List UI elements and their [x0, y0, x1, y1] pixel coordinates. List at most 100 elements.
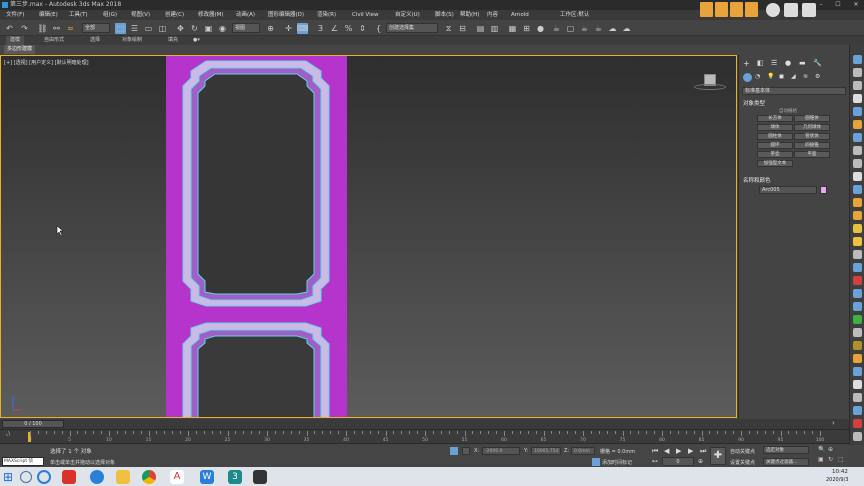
- move-icon[interactable]: ✥: [175, 23, 186, 34]
- autogrid-checkbox[interactable]: 自动栅格: [779, 108, 797, 114]
- place-icon[interactable]: ◉: [217, 23, 228, 34]
- acrobat-icon[interactable]: A: [170, 470, 184, 484]
- prev-frame-icon[interactable]: ◀: [664, 446, 669, 456]
- next-frame-icon[interactable]: ›: [832, 419, 835, 427]
- side-tool-icon[interactable]: [853, 237, 862, 246]
- select-manipulate-icon[interactable]: ✛: [283, 23, 294, 34]
- side-tool-icon[interactable]: [853, 94, 862, 103]
- object-name-field[interactable]: Arc005: [759, 186, 817, 194]
- helpers-icon[interactable]: ◢: [791, 73, 796, 80]
- clock-time[interactable]: 10:42: [832, 469, 848, 475]
- scale-icon[interactable]: ▣: [203, 23, 214, 34]
- app-dark-icon[interactable]: [253, 470, 267, 484]
- workspace-icon-1[interactable]: [700, 2, 713, 17]
- side-tool-icon[interactable]: [853, 406, 862, 415]
- maximize-viewport-icon[interactable]: ⬚: [838, 456, 844, 463]
- object-type-button[interactable]: 管状体: [794, 133, 830, 140]
- selection-lock-icon[interactable]: [450, 447, 458, 455]
- tab-modeling[interactable]: 建模: [6, 36, 25, 45]
- next-frame-button-icon[interactable]: ▶: [688, 446, 693, 456]
- side-tool-icon[interactable]: [853, 250, 862, 259]
- side-tool-icon[interactable]: [853, 55, 862, 64]
- object-type-button[interactable]: 茶壶: [757, 151, 793, 158]
- rotate-icon[interactable]: ↻: [189, 23, 200, 34]
- side-tool-icon[interactable]: [853, 393, 862, 402]
- mirror-icon[interactable]: ⧖: [443, 23, 454, 34]
- object-color-swatch[interactable]: [820, 186, 827, 194]
- select-object-icon[interactable]: ⬚: [115, 23, 126, 34]
- menu-item[interactable]: 文件(F): [6, 10, 24, 20]
- render-frame-icon[interactable]: ▢: [565, 23, 576, 34]
- schematic-view-icon[interactable]: ⊞: [521, 23, 532, 34]
- systems-icon[interactable]: ⚙: [815, 73, 820, 80]
- menu-item[interactable]: Arnold: [511, 10, 529, 20]
- menu-item[interactable]: 创建(C): [165, 10, 184, 20]
- ie-icon[interactable]: [90, 470, 104, 484]
- side-tool-icon[interactable]: [853, 159, 862, 168]
- scene-explorer-icon[interactable]: ▤: [475, 23, 486, 34]
- spinner-snap-icon[interactable]: ⇕: [357, 23, 368, 34]
- percent-snap-icon[interactable]: %: [343, 23, 354, 34]
- side-tool-icon[interactable]: [853, 68, 862, 77]
- file-explorer-icon[interactable]: [116, 470, 130, 484]
- side-tool-icon[interactable]: [853, 107, 862, 116]
- time-slider-handle[interactable]: 0 / 100: [2, 420, 64, 428]
- ribbon-options-icon[interactable]: ●▾: [193, 36, 200, 45]
- cameras-icon[interactable]: ◼: [779, 73, 784, 80]
- selected-dropdown[interactable]: 选定对象: [763, 446, 809, 454]
- create-tab-icon[interactable]: +: [743, 59, 750, 68]
- snap-toggle-icon[interactable]: 3: [315, 23, 326, 34]
- object-type-button[interactable]: 长方体: [757, 115, 793, 122]
- undo-icon[interactable]: ↶: [4, 23, 15, 34]
- time-config-icon[interactable]: ⊕: [698, 458, 703, 465]
- search-icon[interactable]: [20, 471, 32, 483]
- utilities-tab-icon[interactable]: 🔧: [813, 59, 822, 67]
- named-selection-dropdown[interactable]: 创建选择集: [386, 23, 438, 33]
- a360-icon[interactable]: ☁: [621, 23, 632, 34]
- ref-coord-dropdown[interactable]: 视图: [232, 23, 260, 33]
- menu-item[interactable]: 内容: [487, 10, 498, 20]
- side-tool-icon[interactable]: [853, 146, 862, 155]
- side-tool-icon[interactable]: [853, 432, 862, 441]
- select-by-name-icon[interactable]: ☰: [129, 23, 140, 34]
- x-coord-field[interactable]: -2606.9: [482, 447, 520, 455]
- display-icon[interactable]: [802, 3, 816, 17]
- side-tool-icon[interactable]: [853, 81, 862, 90]
- tab-freeform[interactable]: 自由形式: [44, 36, 64, 45]
- side-tool-icon[interactable]: [853, 380, 862, 389]
- render-iterative-icon[interactable]: ☕: [593, 23, 604, 34]
- side-tool-icon[interactable]: [853, 276, 862, 285]
- side-tool-icon[interactable]: [853, 302, 862, 311]
- start-icon[interactable]: ⊞: [3, 470, 17, 484]
- object-type-button[interactable]: 几何球体: [794, 124, 830, 131]
- side-tool-icon[interactable]: [853, 341, 862, 350]
- orbit-icon[interactable]: ↻: [828, 456, 833, 463]
- side-tool-icon[interactable]: [853, 263, 862, 272]
- category-dropdown[interactable]: 标准基本体: [742, 87, 846, 95]
- link-icon[interactable]: [766, 3, 780, 17]
- align-icon[interactable]: ⊟: [457, 23, 468, 34]
- chrome-icon[interactable]: [142, 470, 156, 484]
- maximize-button[interactable]: ☐: [830, 0, 846, 10]
- object-type-header[interactable]: 对象类型: [743, 99, 765, 107]
- render-cloud-icon[interactable]: ☁: [607, 23, 618, 34]
- modify-tab-icon[interactable]: ◧: [757, 59, 764, 67]
- workspace-icon-3[interactable]: [730, 2, 743, 17]
- menu-item[interactable]: 视图(V): [131, 10, 150, 20]
- side-tool-icon[interactable]: [853, 172, 862, 181]
- side-tool-icon[interactable]: [853, 211, 862, 220]
- side-tool-icon[interactable]: [853, 185, 862, 194]
- object-type-button[interactable]: 圆柱体: [757, 133, 793, 140]
- zoom-icon[interactable]: 🔍: [818, 446, 825, 453]
- side-tool-icon[interactable]: [853, 354, 862, 363]
- tab-selection[interactable]: 选择: [90, 36, 100, 45]
- tab-populate[interactable]: 填充: [168, 36, 178, 45]
- cortana-icon[interactable]: [37, 470, 51, 484]
- go-to-end-icon[interactable]: ⏭: [700, 446, 706, 456]
- name-color-header[interactable]: 名称和颜色: [743, 176, 771, 184]
- menu-item[interactable]: 动画(A): [236, 10, 255, 20]
- side-tool-icon[interactable]: [853, 315, 862, 324]
- render-setup-icon[interactable]: ☕: [551, 23, 562, 34]
- workspace-dropdown[interactable]: 工作区:默认: [560, 10, 589, 20]
- unlink-icon[interactable]: ⚯: [51, 23, 62, 34]
